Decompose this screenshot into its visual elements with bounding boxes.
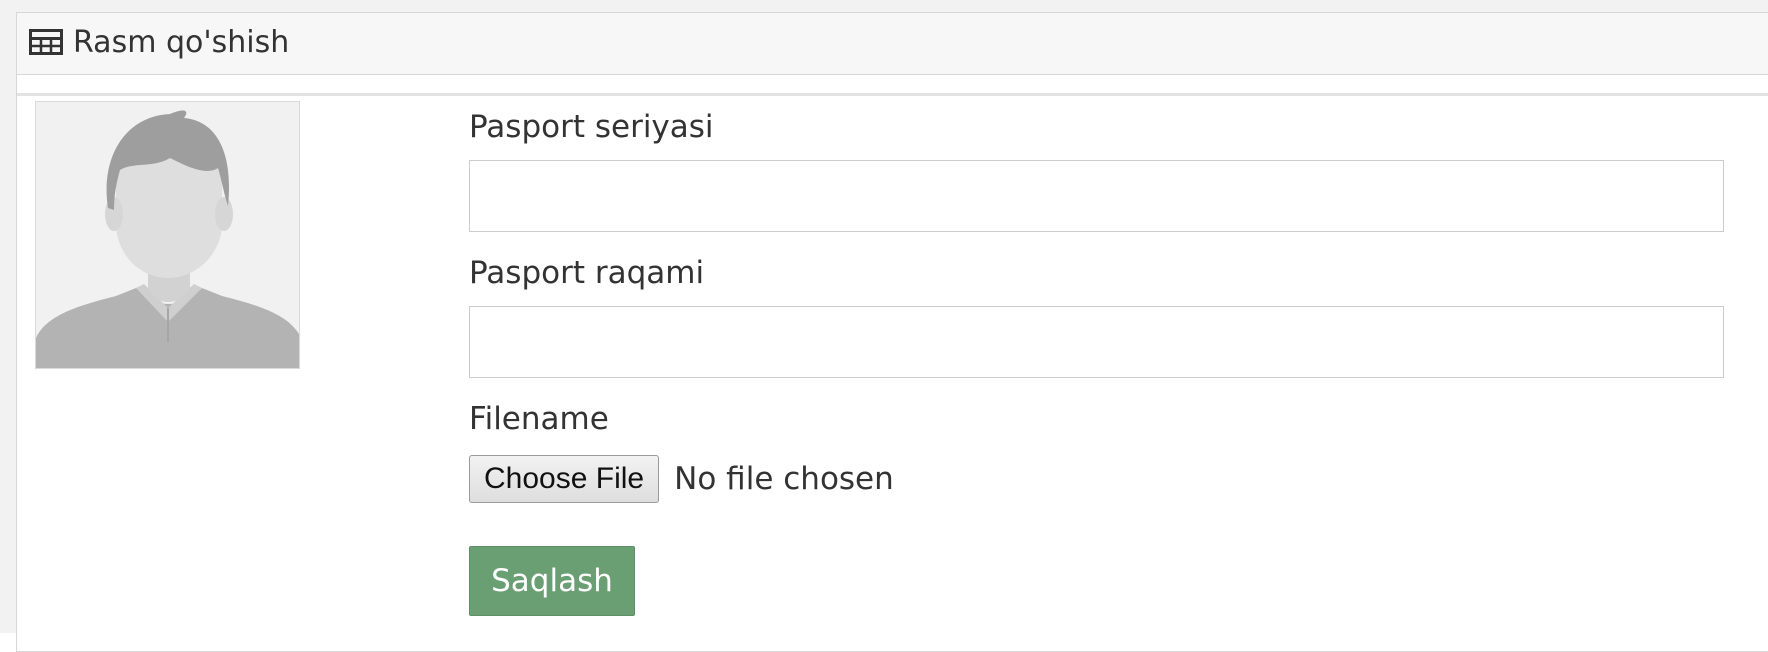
file-status-text: No file chosen	[674, 461, 894, 497]
passport-series-input[interactable]	[469, 160, 1724, 232]
choose-file-button[interactable]: Choose File	[469, 455, 660, 503]
passport-number-label: Pasport raqami	[469, 255, 705, 291]
file-picker: Choose File No file chosen	[469, 455, 894, 505]
save-button[interactable]: Saqlash	[469, 546, 635, 616]
passport-series-label: Pasport seriyasi	[469, 109, 714, 145]
table-icon	[29, 29, 63, 55]
filename-label: Filename	[469, 401, 609, 437]
user-silhouette-icon	[36, 102, 299, 368]
panel-heading: Rasm qo'shish	[17, 13, 1768, 75]
passport-number-input[interactable]	[469, 306, 1724, 378]
divider	[17, 93, 1768, 96]
avatar-placeholder-image	[35, 101, 300, 369]
panel-title: Rasm qo'shish	[73, 25, 290, 60]
